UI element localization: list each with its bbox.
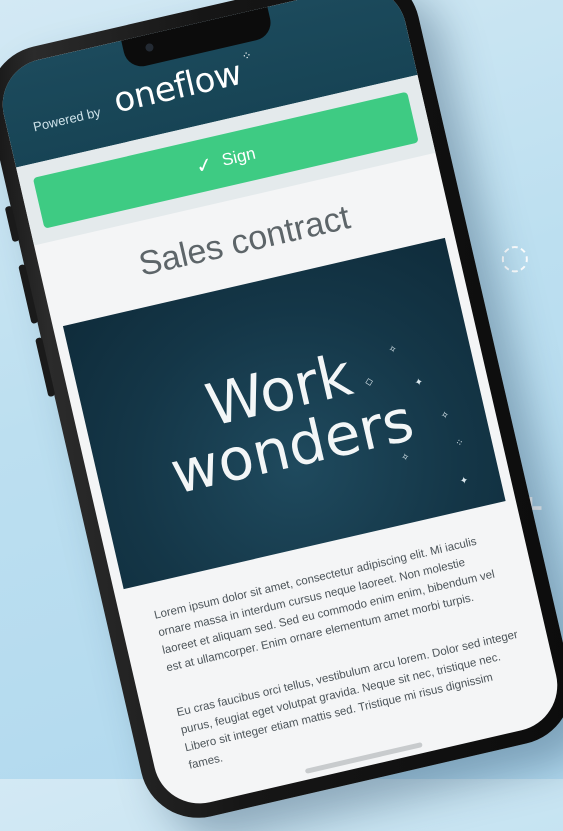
phone-screen: Powered by oneflow ⁘ ✓ Sign Sales contra… — [0, 0, 563, 813]
sparkle-ring-icon: ◌ — [500, 237, 530, 277]
hero-text: Work wonders — [81, 318, 489, 519]
phone-mockup: Powered by oneflow ⁘ ✓ Sign Sales contra… — [0, 0, 563, 830]
logo-sparkle-icon: ⁘ — [240, 47, 253, 64]
sign-button-label: Sign — [219, 143, 258, 170]
check-icon: ✓ — [193, 153, 216, 179]
sparkle-icon: ✦ — [458, 474, 470, 488]
camera-icon — [144, 42, 155, 53]
sparkle-icon: ⁘ — [454, 437, 465, 450]
powered-by-label: Powered by — [31, 104, 103, 135]
